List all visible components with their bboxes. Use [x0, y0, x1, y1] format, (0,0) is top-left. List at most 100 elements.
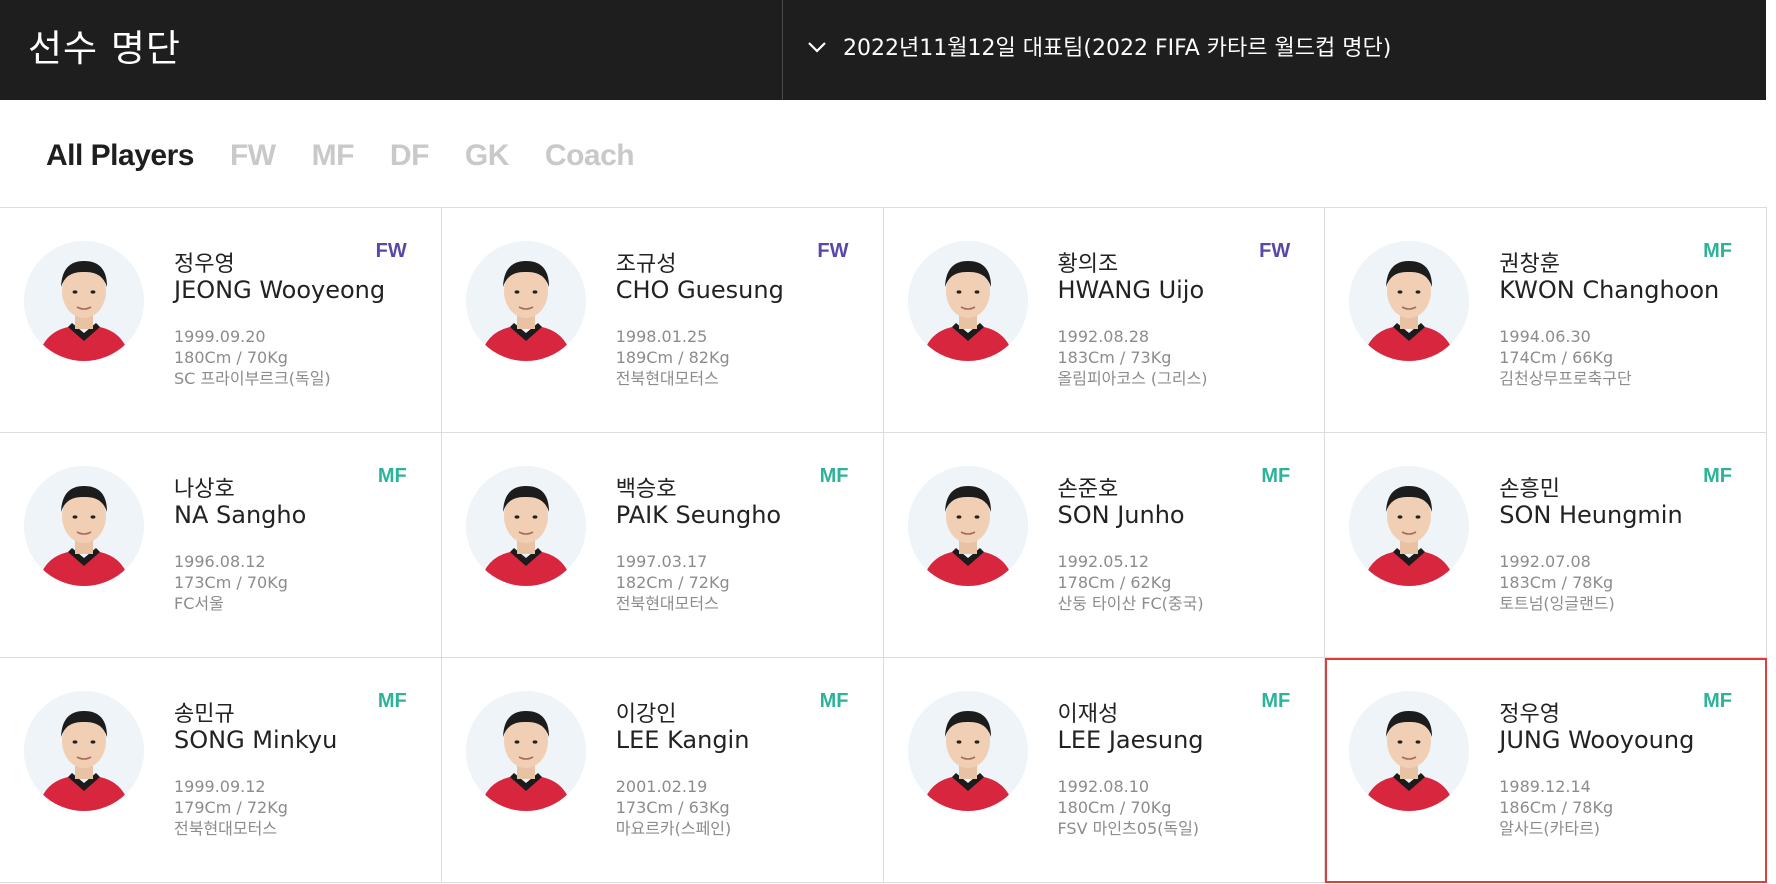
player-club: FSV 마인츠05(독일) [1057, 819, 1200, 838]
position-badge: MF [819, 465, 849, 487]
squad-selector[interactable]: 2022년11월12일 대표팀(2022 FIFA 카타르 월드컵 명단) [783, 0, 1763, 100]
player-photo [24, 241, 144, 361]
player-photo [24, 691, 144, 811]
tab-coach[interactable]: Coach [545, 139, 635, 173]
tab-all-players[interactable]: All Players [46, 139, 194, 173]
position-tabs: All Players FW MF DF GK Coach [46, 134, 635, 178]
player-birthdate: 1989.12.14 [1499, 777, 1591, 796]
player-grid: 정우영 JEONG Wooyeong 1999.09.20 180Cm / 70Kg S… [0, 207, 1767, 883]
player-name-english: SONG Minkyu [174, 726, 338, 754]
player-name-english: PAIK Seungho [615, 501, 782, 529]
tab-mf[interactable]: MF [312, 139, 355, 173]
player-name-korean: 나상호 [174, 477, 235, 502]
player-height-weight: 178Cm / 62Kg [1057, 573, 1172, 592]
player-name-english: SON Heungmin [1499, 501, 1683, 529]
player-photo [907, 466, 1028, 586]
player-card[interactable]: 송민규 SONG Minkyu 1999.09.12 179Cm / 72Kg 전북현대… [0, 658, 442, 883]
player-birthdate: 1997.03.17 [615, 552, 708, 571]
chevron-down-icon [808, 42, 826, 53]
player-height-weight: 183Cm / 78Kg [1499, 573, 1614, 592]
player-photo [1349, 466, 1470, 586]
player-club: 전북현대모터스 [615, 369, 719, 388]
player-club: 알사드(카타르) [1499, 819, 1601, 838]
player-height-weight: 180Cm / 70Kg [174, 348, 288, 367]
player-club: 산둥 타이산 FC(중국) [1057, 594, 1204, 613]
player-name-korean: 백승호 [615, 477, 677, 502]
player-photo [465, 691, 586, 811]
tab-gk[interactable]: GK [465, 139, 510, 173]
scrollbar-track[interactable] [1766, 0, 1776, 100]
player-birthdate: 1998.01.25 [615, 327, 708, 346]
player-name-korean: 정우영 [1499, 702, 1560, 727]
position-badge: MF [377, 690, 407, 712]
player-height-weight: 182Cm / 72Kg [615, 573, 730, 592]
player-info: 1994.06.30 174Cm / 66Kg 김천상무프로축구단 [1499, 326, 1631, 389]
player-name-english: LEE Jaesung [1057, 726, 1204, 754]
player-info: 1999.09.20 180Cm / 70Kg SC 프라이부르크(독일) [174, 326, 331, 389]
player-info: 1989.12.14 186Cm / 78Kg 알사드(카타르) [1499, 776, 1613, 839]
position-badge: MF [1261, 690, 1291, 712]
position-badge: MF [1261, 465, 1291, 487]
player-birthdate: 1992.08.10 [1057, 777, 1150, 796]
player-birthdate: 2001.02.19 [615, 777, 708, 796]
player-name-english: JEONG Wooyeong [174, 276, 386, 304]
position-badge: MF [377, 465, 407, 487]
player-photo [1349, 691, 1470, 811]
player-club: SC 프라이부르크(독일) [174, 369, 331, 388]
player-name-english: HWANG Uijo [1057, 276, 1205, 304]
player-height-weight: 183Cm / 73Kg [1057, 348, 1172, 367]
player-height-weight: 189Cm / 82Kg [615, 348, 730, 367]
player-card[interactable]: 조규성 CHO Guesung 1998.01.25 189Cm / 82Kg 전북현대… [441, 208, 884, 433]
tab-fw[interactable]: FW [230, 139, 276, 173]
player-info: 1997.03.17 182Cm / 72Kg 전북현대모터스 [616, 551, 730, 614]
player-name-english: JUNG Wooyoung [1499, 726, 1695, 754]
player-card[interactable]: 손준호 SON Junho 1992.05.12 178Cm / 62Kg 산둥 타이산… [883, 433, 1326, 658]
player-card[interactable]: 권창훈 KWON Changhoon 1994.06.30 174Cm / 66Kg 김… [1325, 208, 1767, 433]
player-club: 전북현대모터스 [615, 594, 719, 613]
player-info: 1996.08.12 173Cm / 70Kg FC서울 [174, 551, 288, 614]
position-badge: FW [375, 240, 407, 262]
player-name-korean: 황의조 [1057, 252, 1119, 277]
player-birthdate: 1996.08.12 [174, 552, 266, 571]
squad-selector-label: 2022년11월12일 대표팀(2022 FIFA 카타르 월드컵 명단) [843, 36, 1392, 61]
player-name-english: SON Junho [1057, 501, 1185, 529]
player-name-english: CHO Guesung [615, 276, 784, 304]
tab-df[interactable]: DF [390, 139, 430, 173]
player-card[interactable]: 손흥민 SON Heungmin 1992.07.08 183Cm / 78Kg 토트넘… [1325, 433, 1767, 658]
player-height-weight: 173Cm / 70Kg [174, 573, 288, 592]
player-info: 1992.05.12 178Cm / 62Kg 산둥 타이산 FC(중국) [1058, 551, 1204, 614]
player-birthdate: 1999.09.12 [174, 777, 266, 796]
player-card[interactable]: 황의조 HWANG Uijo 1992.08.28 183Cm / 73Kg 올림피아코… [883, 208, 1326, 433]
player-card[interactable]: 정우영 JUNG Wooyoung 1989.12.14 186Cm / 78Kg 알사… [1325, 658, 1767, 883]
player-name-korean: 조규성 [615, 252, 677, 277]
player-name-korean: 이재성 [1057, 702, 1119, 727]
player-club: 토트넘(잉글랜드) [1499, 594, 1615, 613]
player-card[interactable]: 백승호 PAIK Seungho 1997.03.17 182Cm / 72Kg 전북현… [441, 433, 884, 658]
player-club: 올림피아코스 (그리스) [1057, 369, 1208, 388]
position-badge: MF [1703, 240, 1732, 262]
page-title: 선수 명단 [28, 27, 181, 70]
player-birthdate: 1992.07.08 [1499, 552, 1591, 571]
player-birthdate: 1992.05.12 [1057, 552, 1150, 571]
player-club: 전북현대모터스 [174, 819, 278, 838]
player-card[interactable]: 이강인 LEE Kangin 2001.02.19 173Cm / 63Kg 마요르카(… [441, 658, 884, 883]
top-bar: 선수 명단 2022년11월12일 대표팀(2022 FIFA 카타르 월드컵 … [0, 0, 1776, 100]
player-card[interactable]: 정우영 JEONG Wooyeong 1999.09.20 180Cm / 70Kg S… [0, 208, 442, 433]
player-club: 마요르카(스페인) [615, 819, 732, 838]
player-card[interactable]: 이재성 LEE Jaesung 1992.08.10 180Cm / 70Kg FSV … [883, 658, 1326, 883]
player-info: 1992.07.08 183Cm / 78Kg 토트넘(잉글랜드) [1499, 551, 1615, 614]
player-photo [907, 691, 1028, 811]
player-info: 1998.01.25 189Cm / 82Kg 전북현대모터스 [616, 326, 730, 389]
player-name-korean: 손흥민 [1499, 477, 1560, 502]
player-info: 1999.09.12 179Cm / 72Kg 전북현대모터스 [174, 776, 288, 839]
player-name-english: NA Sangho [174, 501, 307, 529]
position-badge: MF [1703, 690, 1732, 712]
player-birthdate: 1992.08.28 [1057, 327, 1150, 346]
player-photo [1349, 241, 1470, 361]
position-badge: MF [819, 690, 849, 712]
player-card[interactable]: 나상호 NA Sangho 1996.08.12 173Cm / 70Kg FC서울 MF [0, 433, 442, 658]
player-info: 2001.02.19 173Cm / 63Kg 마요르카(스페인) [616, 776, 732, 839]
player-height-weight: 180Cm / 70Kg [1057, 798, 1172, 817]
player-club: 김천상무프로축구단 [1499, 369, 1632, 388]
player-height-weight: 179Cm / 72Kg [174, 798, 288, 817]
